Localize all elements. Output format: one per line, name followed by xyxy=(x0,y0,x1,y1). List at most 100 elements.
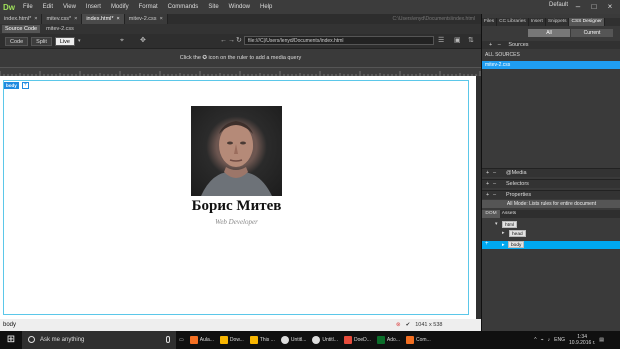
forward-icon[interactable]: → xyxy=(228,36,235,45)
app-icon xyxy=(189,336,198,344)
taskbar-app-chrome-1[interactable]: Untitl... xyxy=(278,331,310,349)
tab-mitev-css[interactable]: mitev.css* × xyxy=(42,14,83,24)
remove-selector-icon[interactable]: – xyxy=(493,180,496,189)
menu-insert[interactable]: Insert xyxy=(81,4,106,10)
menu-file[interactable]: File xyxy=(18,4,38,10)
properties-section[interactable]: + – Properties xyxy=(482,190,620,199)
volume-icon[interactable]: ♪ xyxy=(548,337,551,343)
close-tab-icon[interactable]: × xyxy=(117,14,120,24)
error-icon[interactable]: ⊗ xyxy=(396,319,401,331)
tab-dom[interactable]: DOM xyxy=(482,210,500,218)
url-input[interactable]: file:///C|/Users/lenyd/Documents/index.h… xyxy=(244,36,434,45)
refresh-icon[interactable]: ↻ xyxy=(236,36,242,45)
live-view-button[interactable]: Live xyxy=(54,36,75,46)
menu-format[interactable]: Format xyxy=(134,4,163,10)
menu-view[interactable]: View xyxy=(58,4,81,10)
remove-media-icon[interactable]: – xyxy=(493,169,496,178)
current-mode-button[interactable]: Current xyxy=(571,29,613,37)
ruler[interactable] xyxy=(0,67,481,77)
close-tab-icon[interactable]: × xyxy=(160,14,163,24)
menu-window[interactable]: Window xyxy=(224,4,255,10)
taskbar-app-downloads[interactable]: Dow... xyxy=(217,331,247,349)
dom-panel-tabs: DOM Assets xyxy=(482,210,620,218)
panel-tab-css-designer[interactable]: CSS Designer xyxy=(569,18,605,26)
back-icon[interactable]: ← xyxy=(220,36,227,45)
taskbar-app-dreamweaver[interactable]: Ado... xyxy=(374,331,403,349)
menu-modify[interactable]: Modify xyxy=(106,4,134,10)
close-tab-icon[interactable]: × xyxy=(34,14,37,24)
add-property-icon[interactable]: + xyxy=(486,191,489,200)
settings-icon[interactable]: ✥ xyxy=(140,36,146,45)
maximize-button[interactable]: □ xyxy=(586,0,602,14)
person-name[interactable]: Борис Митев xyxy=(150,198,323,215)
close-tab-icon[interactable]: × xyxy=(74,14,77,24)
menu-edit[interactable]: Edit xyxy=(38,4,58,10)
split-view-button[interactable]: Split xyxy=(31,36,52,46)
panel-tab-snippets[interactable]: Snippets xyxy=(546,18,570,26)
all-mode-button[interactable]: All xyxy=(528,29,570,37)
live-dropdown-icon[interactable]: ▾ xyxy=(78,38,81,44)
all-sources-item[interactable]: ALL SOURCES xyxy=(482,51,620,59)
menu-site[interactable]: Site xyxy=(203,4,223,10)
tab-mitev-2-css[interactable]: mitev-2.css × xyxy=(124,14,168,24)
tab-index-html-2[interactable]: index.html* × xyxy=(82,14,125,24)
file-management-icon[interactable]: ☰ xyxy=(438,36,444,45)
related-css-file[interactable]: mitev-2.css xyxy=(43,25,77,33)
panel-tab-insert[interactable]: Insert xyxy=(529,18,546,26)
body-element-tag[interactable]: body xyxy=(4,82,19,89)
code-view-button[interactable]: Code xyxy=(5,36,29,46)
inspect-icon[interactable]: ⌖ xyxy=(120,36,124,45)
add-source-icon[interactable]: + xyxy=(489,42,492,48)
task-view-icon[interactable]: ▭ xyxy=(176,331,187,349)
notification-icon[interactable]: ▤ xyxy=(599,337,604,343)
profile-photo[interactable] xyxy=(191,106,282,196)
document-tabs: index.html* × mitev.css* × index.html* × mi… xyxy=(0,14,481,24)
source-mitev-2-css[interactable]: mitev-2.css xyxy=(482,61,620,69)
cortana-search-box[interactable]: Ask me anything xyxy=(22,331,176,349)
sort-icon[interactable]: ⇅ xyxy=(468,36,474,45)
remove-source-icon[interactable]: – xyxy=(498,42,501,48)
windows-start-icon[interactable]: ⊞ xyxy=(0,331,22,349)
language-indicator[interactable]: ENG xyxy=(554,337,565,343)
panel-tab-cc-libraries[interactable]: CC Libraries xyxy=(497,18,529,26)
html-expand-icon[interactable]: ▾ xyxy=(495,221,498,227)
folder-icon xyxy=(219,336,228,344)
menu-commands[interactable]: Commands xyxy=(163,4,204,10)
head-expand-icon[interactable]: ▸ xyxy=(502,230,505,236)
media-section[interactable]: + – @Media xyxy=(482,168,620,177)
dom-node-html[interactable]: html xyxy=(502,221,518,228)
minimize-button[interactable]: – xyxy=(570,0,586,14)
dom-node-head[interactable]: head xyxy=(509,230,526,237)
dom-node-body[interactable]: body xyxy=(508,241,525,248)
taskbar-app-this-pc[interactable]: This ... xyxy=(247,331,278,349)
taskbar-app-chrome-2[interactable]: Untitl... xyxy=(309,331,341,349)
dom-row-body[interactable]: + ▸ body xyxy=(482,241,620,249)
chevron-up-icon[interactable]: ^ xyxy=(534,337,536,343)
taskbar-app-aula[interactable]: Aula... xyxy=(187,331,217,349)
add-selector-icon[interactable]: + xyxy=(486,180,489,189)
network-icon[interactable]: ⌁ xyxy=(541,337,544,343)
add-element-icon[interactable]: + xyxy=(22,82,29,89)
add-dom-icon[interactable]: + xyxy=(485,241,489,247)
tab-assets[interactable]: Assets xyxy=(500,210,518,218)
menu-help[interactable]: Help xyxy=(255,4,277,10)
window-size[interactable]: 1041 x 538 xyxy=(415,319,442,331)
taskbar-app-doed[interactable]: DoeD... xyxy=(341,331,374,349)
taskbar-app-com[interactable]: Com... xyxy=(403,331,434,349)
add-media-icon[interactable]: + xyxy=(486,169,489,178)
sources-header[interactable]: + – Sources xyxy=(482,41,620,49)
preview-icon[interactable]: ▣ xyxy=(454,36,461,45)
close-window-button[interactable]: × xyxy=(602,0,618,14)
check-icon[interactable]: ✔ xyxy=(406,319,411,331)
panel-tab-files[interactable]: Files xyxy=(482,18,498,26)
person-role[interactable]: Web Developer xyxy=(150,218,323,226)
body-expand-icon[interactable]: ▸ xyxy=(502,242,505,248)
remove-property-icon[interactable]: – xyxy=(493,191,496,200)
tab-index-html-1[interactable]: index.html* × xyxy=(0,14,43,24)
selectors-section[interactable]: + – Selectors xyxy=(482,179,620,188)
workspace-switcher[interactable]: Default xyxy=(549,2,568,8)
windows-taskbar: ⊞ Ask me anything ▭ Aula... Dow... This … xyxy=(0,331,620,349)
clock[interactable]: 1:34 10.9.2016 г. xyxy=(569,334,595,346)
css-designer-panel: Files CC Libraries Insert Snippets CSS D… xyxy=(481,14,620,331)
related-source-code[interactable]: Source Code xyxy=(2,25,41,33)
